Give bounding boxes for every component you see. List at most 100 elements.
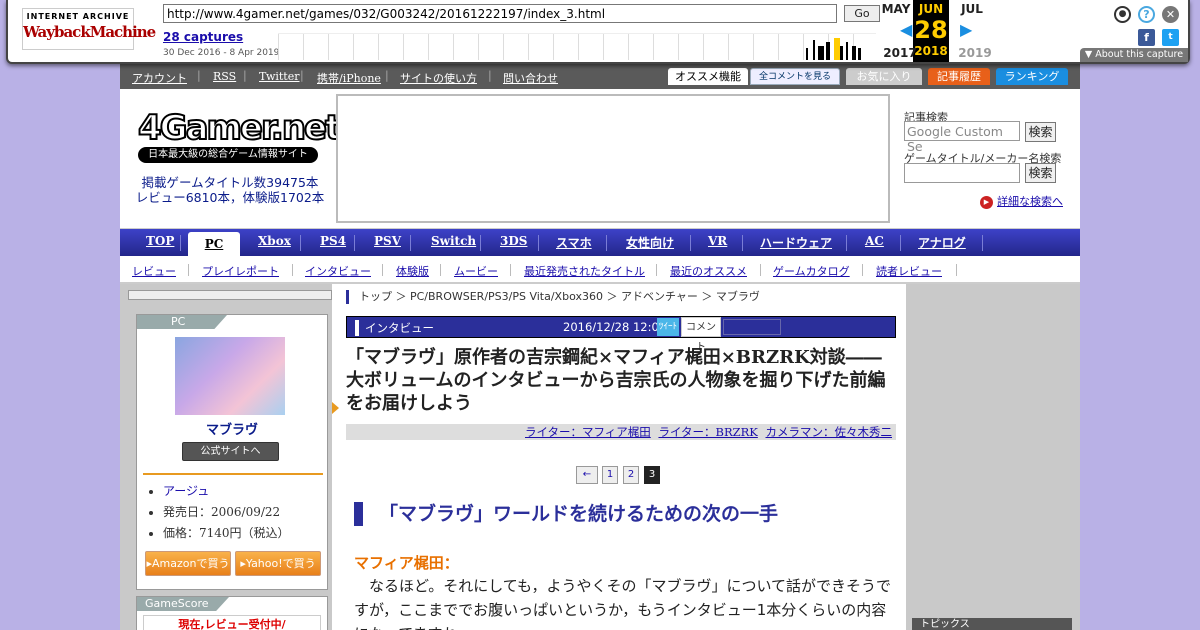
publisher-link[interactable]: アージュ: [163, 484, 209, 498]
article-header-bar: インタビュー 2016/12/28 12:00 ﾂｲｰﾄ コメント: [346, 316, 896, 353]
main-nav: TOP PC Xbox PS4 PSV Switch 3DS スマホ 女性向け …: [120, 229, 1080, 256]
stats-titles: 掲載ゲームタイトル数39475本: [141, 175, 319, 190]
nav-rss[interactable]: RSS: [213, 70, 236, 83]
month-next[interactable]: JUL: [954, 2, 990, 16]
subnav-movie[interactable]: ムービー: [454, 263, 498, 279]
ranking-tab[interactable]: ランキング: [996, 68, 1068, 85]
stats-reviews: レビュー6810本，体験版1702本: [135, 190, 325, 205]
user-icon[interactable]: ●: [1114, 6, 1131, 23]
about-capture-toggle[interactable]: ▼ About this capture: [1080, 48, 1188, 62]
all-comments-tab[interactable]: 全コメントを見る: [750, 68, 840, 85]
nav-account[interactable]: アカウント: [132, 70, 187, 86]
tab-top[interactable]: TOP: [146, 234, 174, 248]
comment-button[interactable]: コメント: [681, 317, 721, 353]
wayback-url-input[interactable]: [163, 4, 837, 23]
twitter-icon[interactable]: t: [1162, 29, 1179, 46]
article-kind: インタビュー: [355, 320, 434, 336]
tab-xbox[interactable]: Xbox: [258, 234, 291, 248]
subnav-playreport[interactable]: プレイレポート: [202, 263, 279, 279]
article-title: 「マブラヴ」原作者の吉宗鋼紀×マフィア梶田×BRZRK対談――大ボリュームのイン…: [346, 347, 886, 414]
game-details: アージュ 発売日：2006/09/22 価格：7140円（税込）: [163, 481, 290, 544]
game-search-button[interactable]: 検索: [1025, 163, 1056, 183]
game-search-input[interactable]: [904, 163, 1020, 183]
release-date: 発売日：2006/09/22: [163, 502, 290, 523]
game-name[interactable]: マブラヴ: [137, 419, 327, 438]
advanced-search-link[interactable]: 詳細な検索へ: [980, 193, 1063, 209]
year-prev[interactable]: 2017: [882, 46, 918, 60]
close-icon[interactable]: ✕: [1162, 6, 1179, 23]
tab-psv[interactable]: PSV: [374, 234, 401, 248]
subnav-reader-review[interactable]: 読者レビュー: [876, 263, 942, 279]
wayback-go-button[interactable]: Go: [844, 5, 880, 22]
share-box[interactable]: [723, 319, 781, 335]
tab-smartphone[interactable]: スマホ: [556, 234, 592, 251]
nav-mobile[interactable]: 携帯/iPhone: [317, 70, 381, 86]
yahoo-label: Yahoo!で買う: [245, 557, 316, 570]
tab-pc[interactable]: PC: [188, 232, 240, 256]
month-prev[interactable]: MAY: [878, 2, 914, 16]
official-site-button[interactable]: 公式サイトへ: [182, 442, 279, 461]
yahoo-button[interactable]: ▸Yahoo!で買う: [235, 551, 321, 576]
section-heading: 「マブラヴ」ワールドを続けるための次の一手: [354, 502, 894, 526]
pager-page-2[interactable]: 2: [623, 466, 639, 484]
next-capture-icon[interactable]: ▶: [960, 20, 972, 39]
credit-writer-1[interactable]: ライター：マフィア梶田: [525, 425, 651, 439]
wayback-logo[interactable]: INTERNET ARCHIVE WaybackMachine: [22, 8, 156, 50]
amazon-button[interactable]: ▸Amazonで買う: [145, 551, 231, 576]
subnav-recent-titles[interactable]: 最近発売されたタイトル: [524, 263, 645, 279]
credit-writer-2[interactable]: ライター：BRZRK: [658, 425, 757, 439]
tweet-button[interactable]: ﾂｲｰﾄ: [657, 318, 679, 336]
logo-text: 4Gamer.net: [137, 108, 342, 148]
wayback-captures-link[interactable]: 28 captures: [163, 30, 243, 44]
ad-banner[interactable]: [336, 94, 890, 223]
tab-analog[interactable]: アナログ: [918, 234, 966, 251]
top-nav: アカウント | RSS | Twitter | 携帯/iPhone | サイトの…: [120, 64, 1080, 89]
topics-header: トピックス: [912, 618, 1072, 630]
tab-hardware[interactable]: ハードウェア: [760, 234, 832, 251]
game-info-box: PC マブラヴ 公式サイトへ アージュ 発売日：2006/09/22 価格：71…: [136, 314, 328, 590]
wayback-icons: ● ? ✕ f t: [1110, 4, 1180, 48]
review-note[interactable]: 現在,レビュー受付中/: [143, 615, 321, 630]
pager-page-1[interactable]: 1: [602, 466, 618, 484]
help-icon[interactable]: ?: [1138, 6, 1155, 23]
article: トップ ＞ PC/BROWSER/PS3/PS Vita/Xbox360 ＞ ア…: [332, 284, 906, 630]
favorites-tab[interactable]: お気に入り: [846, 68, 922, 85]
subnav-recommended[interactable]: 最近のオススメ: [670, 263, 747, 279]
prev-capture-icon[interactable]: ◀: [900, 20, 912, 39]
history-tab[interactable]: 記事履歴: [928, 68, 990, 85]
nav-twitter[interactable]: Twitter: [259, 70, 300, 83]
wayback-sparkline[interactable]: [278, 33, 876, 60]
month-current: JUN 28 2018: [913, 0, 949, 62]
nav-contact[interactable]: 問い合わせ: [503, 70, 558, 86]
left-column: PC マブラヴ 公式サイトへ アージュ 発売日：2006/09/22 価格：71…: [120, 284, 332, 630]
breadcrumb[interactable]: トップ ＞ PC/BROWSER/PS3/PS Vita/Xbox360 ＞ ア…: [346, 290, 760, 304]
pager-prev[interactable]: ←: [576, 466, 598, 484]
game-score-label: GameScore: [137, 597, 229, 611]
site-logo[interactable]: 4Gamer.net 日本最大級の総合ゲーム情報サイト: [137, 108, 342, 165]
site: アカウント | RSS | Twitter | 携帯/iPhone | サイトの…: [120, 64, 1080, 630]
game-cover-image[interactable]: [175, 337, 285, 415]
game-platform: PC: [137, 315, 227, 329]
facebook-icon[interactable]: f: [1138, 29, 1155, 46]
article-search-button[interactable]: 検索: [1025, 122, 1056, 142]
price: 価格：7140円（税込）: [163, 523, 290, 544]
article-search-input[interactable]: Google Custom Se: [904, 121, 1020, 154]
site-header: 4Gamer.net 日本最大級の総合ゲーム情報サイト 掲載ゲームタイトル数39…: [120, 89, 1080, 229]
tab-ac[interactable]: AC: [865, 234, 884, 248]
year-next: 2019: [958, 46, 992, 60]
subnav-demo[interactable]: 体験版: [396, 263, 429, 279]
tab-switch[interactable]: Switch: [431, 234, 476, 248]
feature-label: オススメ機能: [668, 68, 748, 85]
article-body: なるほど。それにしても，ようやくその「マブラヴ」について話ができそうですが，ここ…: [354, 577, 892, 630]
nav-howto[interactable]: サイトの使い方: [400, 70, 477, 86]
tab-ps4[interactable]: PS4: [320, 234, 346, 248]
tab-vr[interactable]: VR: [708, 234, 727, 248]
subnav-review[interactable]: レビュー: [132, 263, 176, 279]
subnav-catalog[interactable]: ゲームカタログ: [773, 263, 850, 279]
arrow-icon: [332, 402, 339, 414]
logo-tagline: 日本最大級の総合ゲーム情報サイト: [138, 147, 318, 163]
tab-3ds[interactable]: 3DS: [500, 234, 527, 248]
subnav-interview[interactable]: インタビュー: [305, 263, 371, 279]
tab-women[interactable]: 女性向け: [626, 234, 674, 251]
credit-camera[interactable]: カメラマン：佐々木秀二: [766, 425, 893, 439]
